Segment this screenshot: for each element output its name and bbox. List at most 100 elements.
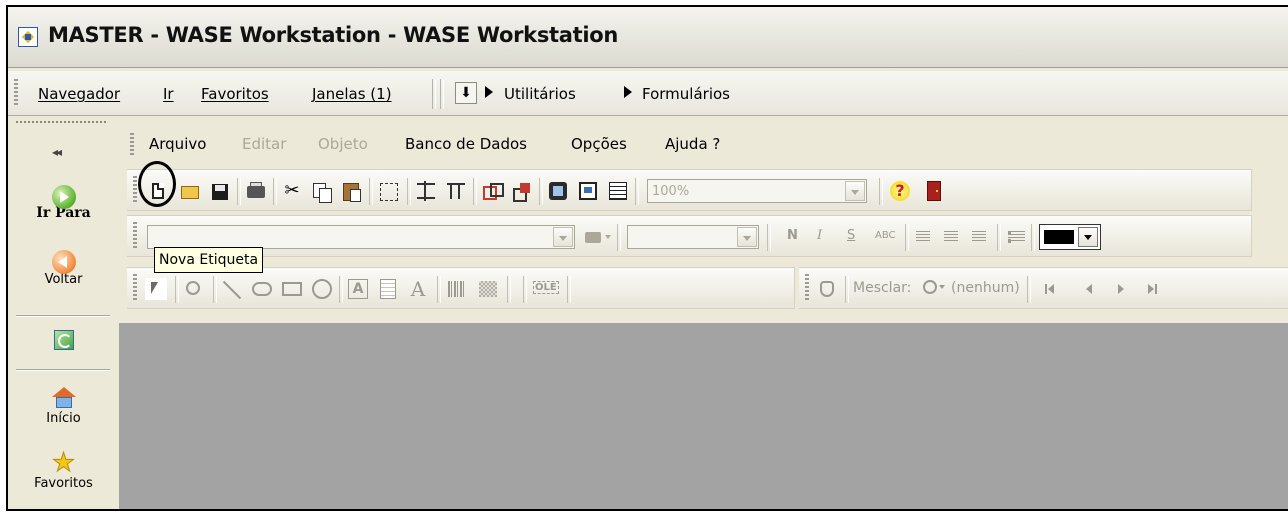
preview-icon bbox=[549, 182, 567, 200]
paste-button[interactable] bbox=[341, 180, 363, 202]
menubar-grip[interactable] bbox=[130, 133, 134, 157]
merge-field-icon[interactable] bbox=[923, 280, 937, 294]
chevron-down-icon[interactable] bbox=[1078, 227, 1098, 247]
preview-button[interactable] bbox=[547, 180, 569, 202]
last-record-button[interactable] bbox=[1141, 278, 1163, 300]
align-grid-button[interactable] bbox=[415, 180, 437, 202]
align-left-icon bbox=[916, 231, 930, 243]
list-button[interactable] bbox=[607, 180, 629, 202]
go-to-button[interactable]: Ir Para bbox=[8, 185, 119, 221]
menu-objeto[interactable]: Objeto bbox=[318, 135, 368, 153]
form-field-tool[interactable] bbox=[377, 278, 399, 300]
toolbar-grip[interactable] bbox=[133, 222, 137, 250]
merge-value[interactable]: (nenhum) bbox=[951, 280, 1020, 296]
menu-ir[interactable]: Ir bbox=[163, 85, 174, 103]
app-icon bbox=[18, 27, 38, 47]
rounded-rect-tool[interactable] bbox=[251, 278, 273, 300]
first-record-button[interactable] bbox=[1039, 278, 1061, 300]
text-tool[interactable]: A bbox=[407, 278, 429, 300]
zoom-combo[interactable]: 100% bbox=[647, 179, 867, 203]
cut-button[interactable]: ✂ bbox=[281, 180, 303, 202]
distribute-button[interactable] bbox=[445, 180, 467, 202]
go-forward-icon bbox=[51, 185, 76, 209]
open-button[interactable] bbox=[179, 180, 201, 202]
refresh-button[interactable] bbox=[8, 330, 119, 350]
ellipse-tool[interactable] bbox=[311, 278, 333, 300]
exit-button[interactable] bbox=[923, 180, 945, 202]
toolbar-separator bbox=[339, 276, 343, 303]
merge-icon-button[interactable] bbox=[817, 278, 839, 300]
menu-banco-de-dados[interactable]: Banco de Dados bbox=[405, 135, 527, 153]
merge-toolbar: Mesclar: (nenhum) bbox=[799, 267, 1288, 309]
toolbar-grip[interactable] bbox=[805, 274, 809, 302]
favorites-button[interactable]: ★ Favoritos bbox=[8, 450, 119, 492]
chevron-down-icon[interactable] bbox=[939, 285, 945, 289]
align-right-button[interactable] bbox=[969, 226, 991, 248]
home-label: Início bbox=[46, 411, 81, 426]
properties-button[interactable] bbox=[577, 180, 599, 202]
collapse-icon[interactable]: ◂◂ bbox=[52, 145, 62, 159]
bold-button[interactable]: N bbox=[787, 228, 798, 243]
format-toolbar: N I S ABC bbox=[127, 215, 1252, 257]
bullet-list-button[interactable] bbox=[1005, 226, 1027, 248]
panel-grip[interactable] bbox=[16, 121, 108, 123]
menu-editar[interactable]: Editar bbox=[242, 135, 286, 153]
barcode-tool[interactable] bbox=[445, 278, 467, 300]
left-navigation-panel: ◂◂ Ir Para Voltar Início ★ Favoritos bbox=[8, 117, 120, 509]
save-button[interactable] bbox=[209, 180, 231, 202]
nav-down-button[interactable]: ⬇ bbox=[455, 82, 477, 104]
align-left-button[interactable] bbox=[913, 226, 935, 248]
italic-button[interactable]: I bbox=[817, 228, 822, 243]
strike-button[interactable]: S bbox=[847, 228, 855, 243]
properties-icon bbox=[579, 182, 597, 200]
chevron-down-icon[interactable] bbox=[737, 227, 757, 247]
font-combo[interactable] bbox=[147, 225, 575, 249]
ole-icon: OLE bbox=[533, 281, 559, 294]
copy-button[interactable] bbox=[311, 180, 333, 203]
next-record-button[interactable] bbox=[1109, 278, 1131, 300]
ole-tool[interactable]: OLE bbox=[531, 278, 559, 300]
toolbar-separator bbox=[767, 224, 771, 251]
toolbar-separator bbox=[407, 178, 411, 205]
pointer-icon bbox=[151, 282, 158, 294]
abc-button[interactable]: ABC bbox=[875, 230, 896, 241]
image-tool[interactable] bbox=[477, 278, 499, 300]
group-button[interactable] bbox=[481, 180, 504, 202]
color-picker[interactable] bbox=[1039, 224, 1101, 250]
design-workspace[interactable] bbox=[119, 323, 1288, 509]
back-button[interactable]: Voltar bbox=[8, 250, 119, 287]
menu-navegador[interactable]: Navegador bbox=[38, 85, 120, 103]
title-bar[interactable]: MASTER - WASE Workstation - WASE Worksta… bbox=[8, 7, 1288, 68]
menu-janelas[interactable]: Janelas (1) bbox=[312, 85, 392, 103]
chevron-down-icon[interactable] bbox=[845, 181, 865, 201]
help-button[interactable]: ? bbox=[889, 180, 911, 202]
breadcrumb-utilitarios[interactable]: Utilitários bbox=[504, 85, 576, 103]
menubar-separator bbox=[440, 79, 444, 109]
font-size-combo[interactable] bbox=[627, 225, 759, 249]
panel-separator bbox=[16, 315, 110, 317]
align-center-button[interactable] bbox=[941, 226, 963, 248]
menu-arquivo[interactable]: Arquivo bbox=[149, 135, 206, 153]
printer-select-button[interactable] bbox=[583, 226, 611, 248]
menu-ajuda[interactable]: Ajuda ? bbox=[665, 135, 720, 153]
print-button[interactable] bbox=[245, 180, 267, 202]
menu-favoritos[interactable]: Favoritos bbox=[201, 85, 269, 103]
ungroup-button[interactable] bbox=[511, 180, 533, 202]
breadcrumb-formularios[interactable]: Formulários bbox=[642, 85, 730, 103]
printer-icon bbox=[247, 182, 265, 198]
line-tool[interactable] bbox=[221, 278, 243, 300]
menu-opcoes[interactable]: Opções bbox=[571, 135, 627, 153]
rectangle-tool[interactable] bbox=[281, 278, 303, 300]
zoom-tool[interactable] bbox=[183, 278, 205, 300]
prev-record-button[interactable] bbox=[1079, 278, 1101, 300]
menubar-grip[interactable] bbox=[14, 79, 18, 107]
pointer-tool[interactable] bbox=[145, 278, 167, 300]
home-button[interactable]: Início bbox=[8, 387, 119, 426]
toolbar-grip[interactable] bbox=[133, 274, 137, 302]
database-icon bbox=[820, 281, 834, 297]
chevron-down-icon[interactable] bbox=[553, 227, 573, 247]
main-area: Arquivo Editar Objeto Banco de Dados Opç… bbox=[119, 117, 1288, 509]
toolbar-grip[interactable] bbox=[133, 176, 137, 204]
select-all-button[interactable] bbox=[377, 180, 399, 202]
text-box-tool[interactable]: A bbox=[347, 278, 369, 300]
